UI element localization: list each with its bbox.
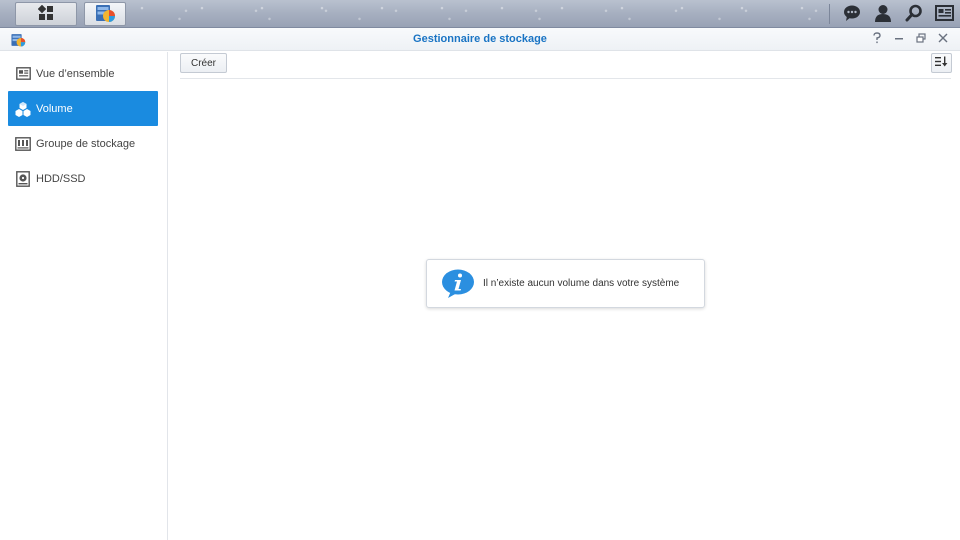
minimize-icon: [894, 32, 904, 46]
taskbar-background: [130, 0, 820, 27]
minimize-button[interactable]: [890, 31, 908, 47]
close-button[interactable]: [934, 31, 952, 47]
main-menu-button[interactable]: [15, 2, 77, 26]
window-title: Gestionnaire de stockage: [413, 33, 547, 45]
close-icon: [938, 32, 948, 46]
empty-state-message-box: Il n’existe aucun volume dans votre syst…: [426, 259, 705, 308]
toolbar-divider: [180, 78, 951, 79]
window-titlebar[interactable]: Gestionnaire de stockage: [0, 28, 960, 51]
notifications-icon: [843, 4, 861, 25]
hdd-icon: [15, 170, 31, 187]
taskbar-storage-manager-button[interactable]: [84, 2, 126, 26]
restore-icon: [916, 32, 926, 46]
sort-button[interactable]: [931, 53, 952, 73]
notifications-button[interactable]: [836, 0, 867, 28]
overview-icon: [15, 66, 31, 82]
sidebar-item-label: Vue d’ensemble: [36, 67, 115, 80]
sidebar-item-overview[interactable]: Vue d’ensemble: [8, 56, 158, 91]
widgets-icon: [935, 4, 954, 24]
info-icon: [441, 269, 475, 299]
help-icon: [872, 31, 882, 47]
sidebar-item-storage-pool[interactable]: Groupe de stockage: [8, 126, 158, 161]
restore-button[interactable]: [912, 31, 930, 47]
widgets-button[interactable]: [929, 0, 960, 28]
search-button[interactable]: [898, 0, 929, 28]
sidebar-item-label: Volume: [36, 102, 73, 115]
storage-pool-icon: [15, 136, 31, 152]
sidebar-item-label: Groupe de stockage: [36, 137, 136, 150]
sort-icon: [935, 56, 948, 70]
user-icon: [874, 4, 892, 25]
taskbar: [0, 0, 960, 28]
taskbar-separator: [829, 4, 830, 24]
help-button[interactable]: [868, 31, 886, 47]
sidebar: Vue d’ensemble Volume Groupe de stockage: [0, 52, 168, 540]
sidebar-item-label: HDD/SSD: [36, 172, 86, 185]
create-button[interactable]: Créer: [180, 53, 227, 73]
empty-state-message: Il n’existe aucun volume dans votre syst…: [483, 278, 680, 289]
storage-manager-icon: [94, 3, 116, 26]
volume-icon: [15, 101, 31, 117]
user-button[interactable]: [867, 0, 898, 28]
sidebar-item-volume[interactable]: Volume: [8, 91, 158, 126]
toolbar: Créer: [168, 52, 960, 80]
sidebar-item-hdd-ssd[interactable]: HDD/SSD: [8, 161, 158, 196]
search-icon: [905, 4, 923, 25]
main-menu-icon: [37, 4, 54, 24]
